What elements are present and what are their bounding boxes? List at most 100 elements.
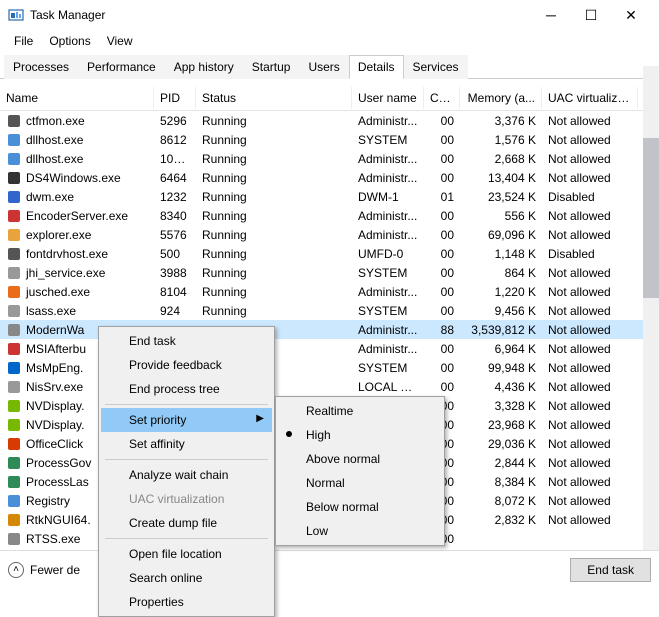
col-mem[interactable]: Memory (a...: [460, 87, 542, 109]
process-user: SYSTEM: [352, 265, 424, 281]
process-status: Running: [196, 303, 352, 319]
priority-realtime[interactable]: Realtime: [278, 399, 442, 423]
menu-options[interactable]: Options: [41, 32, 98, 50]
context-analyze-wait-chain[interactable]: Analyze wait chain: [101, 463, 272, 487]
process-cpu: 00: [424, 360, 460, 376]
table-row[interactable]: EncoderServer.exe8340RunningAdministr...…: [0, 206, 659, 225]
tab-performance[interactable]: Performance: [78, 55, 165, 79]
fewer-details-label[interactable]: Fewer de: [30, 563, 80, 577]
tab-details[interactable]: Details: [349, 55, 404, 79]
scrollbar-track[interactable]: [643, 66, 659, 550]
app-icon: [8, 7, 24, 23]
tab-users[interactable]: Users: [299, 55, 348, 79]
close-button[interactable]: ✕: [611, 0, 651, 30]
process-icon: [6, 246, 22, 262]
process-cpu: 00: [424, 208, 460, 224]
process-mem: 556 K: [460, 208, 542, 224]
process-mem: 6,964 K: [460, 341, 542, 357]
process-icon: [6, 474, 22, 490]
process-uac: Not allowed: [542, 512, 638, 528]
table-row[interactable]: explorer.exe5576RunningAdministr...0069,…: [0, 225, 659, 244]
priority-below-normal[interactable]: Below normal: [278, 495, 442, 519]
process-pid: 8340: [154, 208, 196, 224]
priority-high[interactable]: High: [278, 423, 442, 447]
process-uac: Not allowed: [542, 360, 638, 376]
scrollbar-thumb[interactable]: [643, 138, 659, 298]
process-mem: 99,948 K: [460, 360, 542, 376]
priority-low[interactable]: Low: [278, 519, 442, 543]
process-mem: 29,036 K: [460, 436, 542, 452]
process-uac: Not allowed: [542, 303, 638, 319]
tab-processes[interactable]: Processes: [4, 55, 78, 79]
process-cpu: 00: [424, 246, 460, 262]
tab-startup[interactable]: Startup: [243, 55, 300, 79]
menu-view[interactable]: View: [99, 32, 141, 50]
process-uac: Not allowed: [542, 208, 638, 224]
maximize-button[interactable]: ☐: [571, 0, 611, 30]
col-pid[interactable]: PID: [154, 87, 196, 109]
context-set-priority[interactable]: Set priority▶: [101, 408, 272, 432]
table-row[interactable]: DS4Windows.exe6464RunningAdministr...001…: [0, 168, 659, 187]
process-name: NisSrv.exe: [26, 380, 83, 394]
table-row[interactable]: jhi_service.exe3988RunningSYSTEM00864 KN…: [0, 263, 659, 282]
process-icon: [6, 512, 22, 528]
priority-normal[interactable]: Normal: [278, 471, 442, 495]
fewer-details-icon[interactable]: ˄: [8, 562, 24, 578]
context-end-process-tree[interactable]: End process tree: [101, 377, 272, 401]
context-open-file-location[interactable]: Open file location: [101, 542, 272, 566]
context-end-task[interactable]: End task: [101, 329, 272, 353]
process-mem: 3,376 K: [460, 113, 542, 129]
context-set-affinity[interactable]: Set affinity: [101, 432, 272, 456]
table-row[interactable]: ctfmon.exe5296RunningAdministr...003,376…: [0, 111, 659, 130]
col-cpu[interactable]: CPU: [424, 87, 460, 109]
tab-services[interactable]: Services: [404, 55, 468, 79]
menubar: FileOptionsView: [0, 30, 659, 54]
menu-file[interactable]: File: [6, 32, 41, 50]
table-row[interactable]: dwm.exe1232RunningDWM-10123,524 KDisable…: [0, 187, 659, 206]
process-status: Running: [196, 170, 352, 186]
process-pid: 5296: [154, 113, 196, 129]
process-mem: 3,539,812 K: [460, 322, 542, 338]
process-uac: Not allowed: [542, 265, 638, 281]
process-pid: 1232: [154, 189, 196, 205]
process-user: SYSTEM: [352, 360, 424, 376]
priority-submenu: Realtime High Above normal Normal Below norm…: [275, 396, 445, 546]
process-user: Administr...: [352, 151, 424, 167]
process-icon: [6, 531, 22, 547]
minimize-button[interactable]: ─: [531, 0, 571, 30]
process-mem: 23,968 K: [460, 417, 542, 433]
priority-label: Normal: [306, 476, 345, 490]
process-icon: [6, 493, 22, 509]
process-name: MSIAfterbu: [26, 342, 86, 356]
context-properties[interactable]: Properties: [101, 590, 272, 614]
process-uac: [542, 538, 638, 540]
process-pid: 8612: [154, 132, 196, 148]
process-name: dllhost.exe: [26, 133, 83, 147]
process-name: dllhost.exe: [26, 152, 83, 166]
process-mem: 8,384 K: [460, 474, 542, 490]
process-name: NVDisplay.: [26, 418, 84, 432]
priority-label: High: [306, 428, 331, 442]
table-row[interactable]: lsass.exe924RunningSYSTEM009,456 KNot al…: [0, 301, 659, 320]
col-status[interactable]: Status: [196, 87, 352, 109]
process-uac: Disabled: [542, 189, 638, 205]
process-pid: 10576: [154, 151, 196, 167]
priority-above-normal[interactable]: Above normal: [278, 447, 442, 471]
end-task-button[interactable]: End task: [570, 558, 651, 582]
col-name[interactable]: Name: [0, 87, 154, 109]
process-uac: Not allowed: [542, 170, 638, 186]
context-search-online[interactable]: Search online: [101, 566, 272, 590]
table-row[interactable]: dllhost.exe8612RunningSYSTEM001,576 KNot…: [0, 130, 659, 149]
table-row[interactable]: fontdrvhost.exe500RunningUMFD-0001,148 K…: [0, 244, 659, 263]
col-user[interactable]: User name: [352, 87, 424, 109]
col-uac[interactable]: UAC virtualizat...: [542, 87, 638, 109]
table-row[interactable]: dllhost.exe10576RunningAdministr...002,6…: [0, 149, 659, 168]
tab-app-history[interactable]: App history: [165, 55, 243, 79]
process-name: NVDisplay.: [26, 399, 84, 413]
table-row[interactable]: jusched.exe8104RunningAdministr...001,22…: [0, 282, 659, 301]
context-create-dump-file[interactable]: Create dump file: [101, 511, 272, 535]
context-provide-feedback[interactable]: Provide feedback: [101, 353, 272, 377]
process-cpu: 00: [424, 227, 460, 243]
process-cpu: 01: [424, 189, 460, 205]
process-icon: [6, 417, 22, 433]
